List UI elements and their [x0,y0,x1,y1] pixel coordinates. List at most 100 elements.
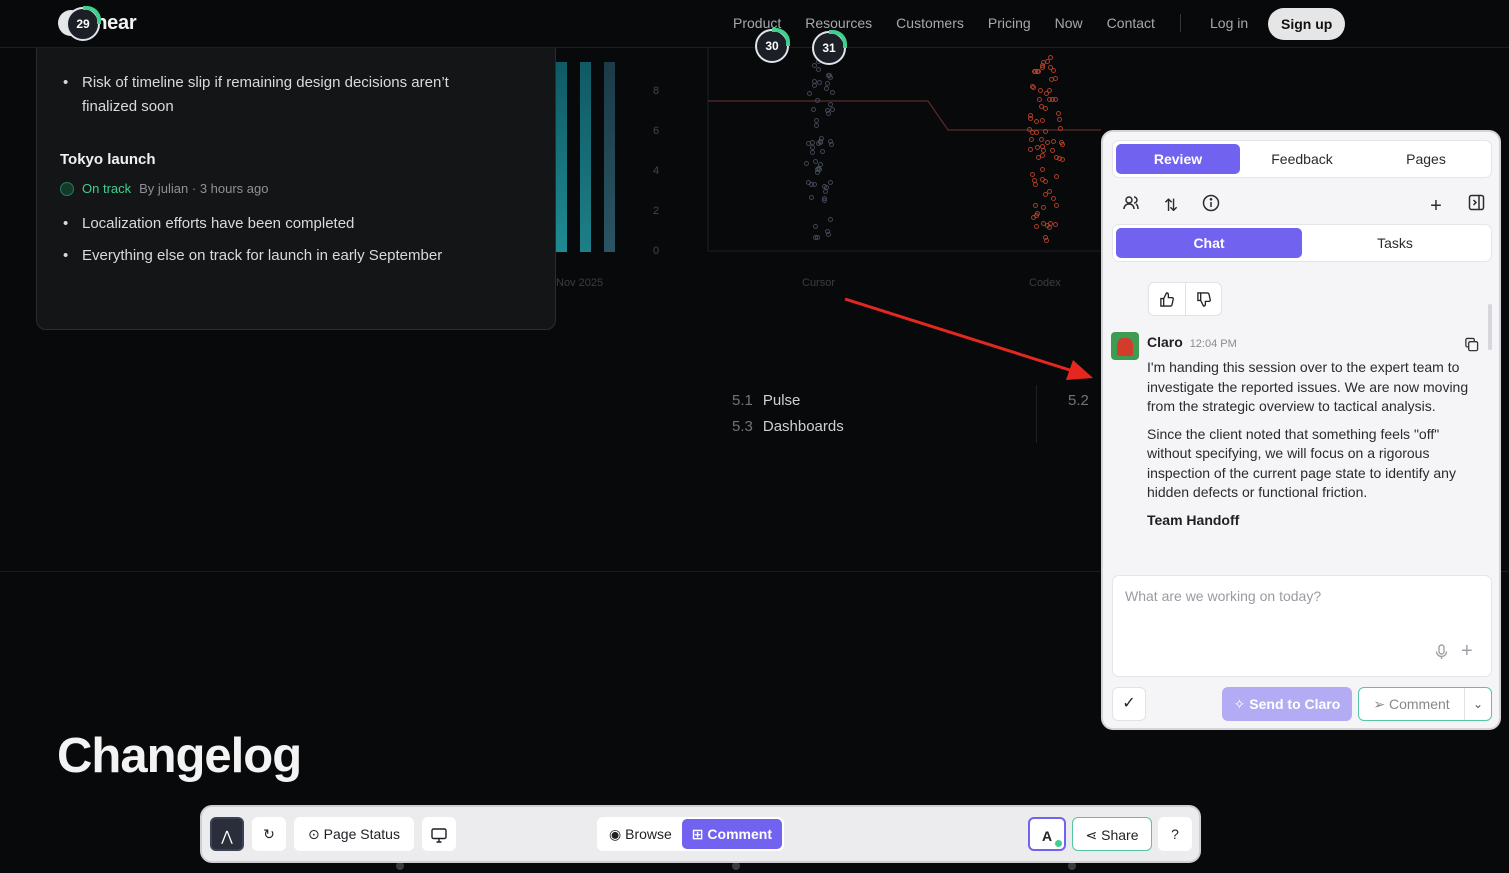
nav-link-pricing[interactable]: Pricing [988,15,1031,31]
refresh-icon[interactable]: ↻ [252,817,286,851]
send-icon: ➢ [1373,696,1389,712]
section-link-5-2[interactable]: 5.2 [1068,392,1089,409]
resolve-check-button[interactable]: ✓ [1112,687,1146,721]
section-nav: 5.1 Pulse 5.3 Dashboards [732,392,844,444]
monitor-icon[interactable] [422,817,456,851]
message-feedback [1148,282,1222,316]
chart-point [827,216,833,222]
message-paragraph: I'm handing this session over to the exp… [1147,359,1469,414]
copy-icon[interactable] [1464,337,1479,355]
chart-point [1051,138,1057,144]
page-status-button[interactable]: ⊙ Page Status [294,817,414,851]
thumbs-down-icon[interactable] [1186,283,1222,315]
benchmark-chart: 8 6 4 2 0 Nov 2025 Cursor Codex [556,48,1101,298]
eye-icon: ◉ [609,826,626,842]
byline: By julian · 3 hours ago [139,181,269,196]
chart-point [810,106,816,112]
microphone-icon[interactable] [1435,644,1448,664]
share-button[interactable]: ⋖ Share [1072,817,1152,851]
send-to-claro-button[interactable]: ✧ Send to Claro [1222,687,1352,721]
nav-divider [1180,14,1181,32]
login-link[interactable]: Log in [1210,15,1248,31]
nav-link-customers[interactable]: Customers [896,15,964,31]
message-body: I'm handing this session over to the exp… [1147,358,1469,538]
nav-link-contact[interactable]: Contact [1107,15,1155,31]
chart-point [1048,64,1054,70]
ruler-dot [1068,862,1076,870]
assistant-icon[interactable]: A [1028,817,1066,851]
share-icon: ⋖ [1085,827,1102,843]
chart-point [1048,77,1054,83]
mode-switch: ◉ Browse ⊞ Comment [597,817,784,851]
chat-input[interactable] [1125,588,1475,604]
chat-scrollbar[interactable] [1488,304,1492,350]
chart-point [1051,195,1057,201]
review-marker-30[interactable]: 30 [755,28,790,63]
message-heading: Team Handoff [1147,511,1240,528]
tab-tasks[interactable]: Tasks [1302,228,1488,258]
chart-point [1040,59,1046,65]
chart-point [811,83,817,89]
chart-point [1027,115,1033,121]
review-panel: Review Feedback Pages ⇅ + Chat Tasks Cla… [1101,130,1501,730]
thumbs-up-icon[interactable] [1149,283,1186,315]
collapse-panel-icon[interactable] [1464,194,1488,218]
chart-point [824,81,830,87]
attach-plus-icon[interactable]: + [1461,640,1473,663]
review-marker-31[interactable]: 31 [812,30,847,65]
panel-tabs: Review Feedback Pages [1112,140,1492,178]
ruler-dot [396,862,404,870]
section-link-pulse[interactable]: 5.1 Pulse [732,392,844,409]
nav-link-now[interactable]: Now [1055,15,1083,31]
tab-pages[interactable]: Pages [1364,144,1488,174]
chat-composer: + [1112,575,1492,677]
chart-point [819,148,825,154]
sort-icon[interactable]: ⇅ [1159,194,1183,218]
chart-point [1039,166,1045,172]
review-toolbar: ⋀ ↻ ⊙ Page Status ◉ Browse ⊞ Comment A ⋖… [200,805,1201,863]
browse-mode-button[interactable]: ◉ Browse [599,819,682,849]
nav-links: Product Resources Customers Pricing Now … [733,15,1155,31]
chart-point [1049,147,1055,153]
users-icon[interactable] [1119,194,1143,218]
comment-button[interactable]: ➢ Comment ⌄ [1358,687,1492,721]
chart-point [1033,129,1039,135]
chart-point [1037,96,1043,102]
chart-point [1034,118,1040,124]
chart-point [813,123,819,129]
tab-feedback[interactable]: Feedback [1240,144,1364,174]
chart-point [1028,136,1034,142]
info-icon[interactable] [1199,194,1223,218]
ruler-dot [732,862,740,870]
help-icon[interactable]: ? [1158,817,1192,851]
review-marker-29[interactable]: 29 [66,6,101,41]
project-meta: On track By julian · 3 hours ago [60,181,268,196]
panel-subtabs: Chat Tasks [1112,224,1492,262]
section-link-dashboards[interactable]: 5.3 Dashboards [732,418,844,435]
add-icon[interactable]: + [1424,194,1448,218]
on-track-icon [60,181,74,196]
sparkle-icon: ✧ [1233,696,1250,712]
changelog-heading: Changelog [57,729,302,783]
comment-icon: ⊞ [691,826,708,842]
chart-point [1053,173,1059,179]
nav-link-resources[interactable]: Resources [805,15,872,31]
app-logo-icon[interactable]: ⋀ [210,817,244,851]
message-time: 12:04 PM [1189,338,1237,350]
chart-point [803,160,809,166]
comment-mode-button[interactable]: ⊞ Comment [681,819,782,849]
status-circle-icon: ⊙ [308,826,324,842]
list-item: Everything else on track for launch in e… [37,244,442,268]
tab-chat[interactable]: Chat [1116,228,1302,258]
signup-button[interactable]: Sign up [1268,8,1346,40]
chart-point [1039,176,1045,182]
avatar [1111,332,1139,360]
chart-point [1055,111,1061,117]
chart-point [813,117,819,123]
tab-review[interactable]: Review [1116,144,1240,174]
chevron-down-icon[interactable]: ⌄ [1465,688,1491,720]
chart-point [1034,210,1040,216]
chat-message: Claro 12:04 PM I'm handing this session … [1111,332,1486,550]
chart-point [1038,136,1044,142]
chart-point [1053,221,1059,227]
